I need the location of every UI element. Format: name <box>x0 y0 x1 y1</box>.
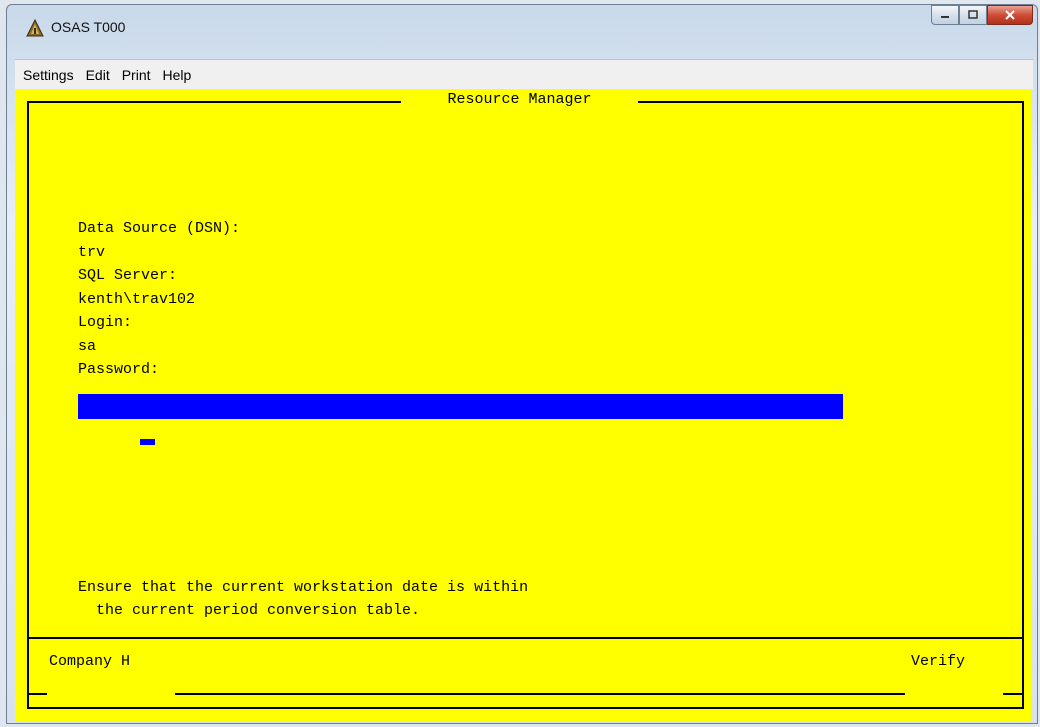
menu-settings[interactable]: Settings <box>17 67 80 83</box>
text-cursor <box>140 439 155 445</box>
frame-top-border-right <box>638 101 1024 103</box>
footer-border-middle <box>175 693 905 695</box>
menu-bar: Settings Edit Print Help <box>15 59 1033 89</box>
message-line-1: Ensure that the current workstation date… <box>78 579 529 596</box>
maximize-button[interactable] <box>959 5 987 25</box>
password-field[interactable] <box>78 394 843 419</box>
menu-print[interactable]: Print <box>116 67 157 83</box>
company-indicator: Company H <box>43 653 137 670</box>
window-title: OSAS T000 <box>51 19 126 35</box>
menu-help[interactable]: Help <box>157 67 198 83</box>
terminal-screen: Resource Manager Data Source (DSN): trv … <box>15 89 1031 721</box>
server-label: SQL Server: <box>78 267 178 284</box>
screen-divider <box>27 637 1024 639</box>
close-icon <box>1005 10 1015 20</box>
login-label: Login: <box>78 314 133 331</box>
screen-title: Resource Manager <box>447 91 592 108</box>
login-value: sa <box>78 338 97 355</box>
title-bar[interactable]: OSAS T000 <box>7 5 1037 53</box>
close-button[interactable] <box>987 5 1033 25</box>
frame-top-border-left <box>27 101 401 103</box>
menu-edit[interactable]: Edit <box>80 67 116 83</box>
message-line-2: the current period conversion table. <box>78 602 421 619</box>
footer-border-right <box>1003 693 1024 695</box>
server-value: kenth\trav102 <box>78 291 196 308</box>
maximize-icon <box>968 10 978 19</box>
verify-indicator: Verify <box>905 653 972 670</box>
minimize-button[interactable] <box>931 5 959 25</box>
dsn-value: trv <box>78 244 106 261</box>
minimize-icon <box>941 16 949 18</box>
app-window: OSAS T000 Settings Edit Print Help Resou… <box>6 4 1038 724</box>
dsn-label: Data Source (DSN): <box>78 220 241 237</box>
password-label: Password: <box>78 361 160 378</box>
footer-border-left <box>27 693 47 695</box>
osas-app-icon <box>26 19 44 37</box>
caption-buttons <box>931 5 1033 27</box>
